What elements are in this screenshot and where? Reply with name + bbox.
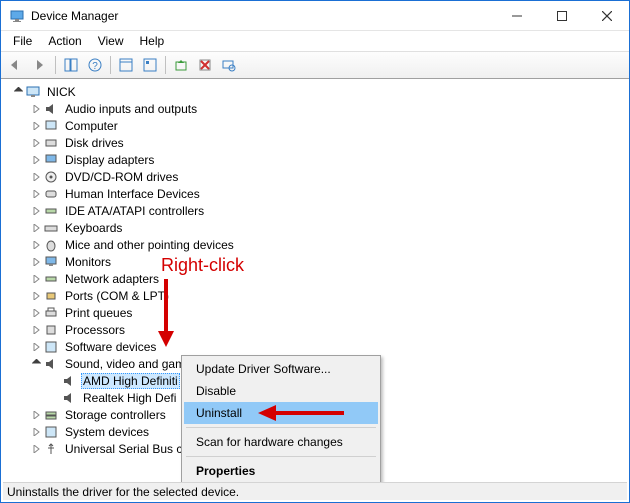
minimize-button[interactable] xyxy=(494,1,539,30)
menubar: File Action View Help xyxy=(1,31,629,51)
tree-item-computer[interactable]: Computer xyxy=(7,117,627,134)
tree-item-hid[interactable]: Human Interface Devices xyxy=(7,185,627,202)
system-icon xyxy=(43,424,59,440)
speaker-icon xyxy=(61,390,77,406)
tb-icon-1[interactable] xyxy=(115,54,137,76)
cpu-icon xyxy=(43,322,59,338)
chevron-right-icon[interactable] xyxy=(29,408,43,422)
cm-scan[interactable]: Scan for hardware changes xyxy=(184,431,378,453)
pc-icon xyxy=(43,118,59,134)
port-icon xyxy=(43,288,59,304)
chevron-right-icon[interactable] xyxy=(29,204,43,218)
window-controls xyxy=(494,1,629,30)
chevron-down-icon[interactable] xyxy=(29,357,43,371)
chevron-right-icon[interactable] xyxy=(29,323,43,337)
cm-disable[interactable]: Disable xyxy=(184,380,378,402)
chevron-right-icon[interactable] xyxy=(29,221,43,235)
menu-help[interactable]: Help xyxy=(132,33,173,49)
chevron-right-icon[interactable] xyxy=(29,102,43,116)
mouse-icon xyxy=(43,237,59,253)
chevron-right-icon[interactable] xyxy=(29,136,43,150)
tree-item-keyboard[interactable]: Keyboards xyxy=(7,219,627,236)
monitor-icon xyxy=(43,254,59,270)
tree-item-ports[interactable]: Ports (COM & LPT) xyxy=(7,287,627,304)
tree-item-print[interactable]: Print queues xyxy=(7,304,627,321)
annotation-arrow-down xyxy=(156,279,176,349)
tb-uninstall-icon[interactable] xyxy=(194,54,216,76)
chevron-right-icon[interactable] xyxy=(29,153,43,167)
chevron-right-icon[interactable] xyxy=(29,425,43,439)
close-button[interactable] xyxy=(584,1,629,30)
annotation-arrow-left xyxy=(256,403,346,423)
cm-separator xyxy=(186,427,376,428)
tb-scan-icon[interactable] xyxy=(218,54,240,76)
tree-item-ide[interactable]: IDE ATA/ATAPI controllers xyxy=(7,202,627,219)
cm-update-driver[interactable]: Update Driver Software... xyxy=(184,358,378,380)
tree-item-network[interactable]: Network adapters xyxy=(7,270,627,287)
tree-item-display[interactable]: Display adapters xyxy=(7,151,627,168)
forward-button[interactable] xyxy=(29,54,51,76)
maximize-button[interactable] xyxy=(539,1,584,30)
software-icon xyxy=(43,339,59,355)
chevron-right-icon[interactable] xyxy=(29,119,43,133)
app-icon xyxy=(9,8,25,24)
chevron-right-icon[interactable] xyxy=(29,187,43,201)
display-icon xyxy=(43,152,59,168)
usb-icon xyxy=(43,441,59,457)
menu-view[interactable]: View xyxy=(90,33,132,49)
statusbar-text: Uninstalls the driver for the selected d… xyxy=(7,485,239,499)
window-title: Device Manager xyxy=(31,9,494,23)
help-button[interactable]: ? xyxy=(84,54,106,76)
tree-item-processors[interactable]: Processors xyxy=(7,321,627,338)
tb-update-icon[interactable] xyxy=(170,54,192,76)
chevron-right-icon[interactable] xyxy=(29,272,43,286)
statusbar: Uninstalls the driver for the selected d… xyxy=(3,482,627,500)
chevron-right-icon[interactable] xyxy=(29,238,43,252)
tree-root[interactable]: NICK xyxy=(7,83,627,100)
dvd-icon xyxy=(43,169,59,185)
speaker-icon xyxy=(61,373,77,389)
tree-item-mice[interactable]: Mice and other pointing devices xyxy=(7,236,627,253)
annotation-rightclick-label: Right-click xyxy=(161,255,244,276)
chevron-right-icon[interactable] xyxy=(29,306,43,320)
network-icon xyxy=(43,271,59,287)
tree-item-disk[interactable]: Disk drives xyxy=(7,134,627,151)
chevron-right-icon[interactable] xyxy=(29,442,43,456)
speaker-icon xyxy=(43,101,59,117)
chevron-down-icon[interactable] xyxy=(11,85,25,99)
tree-item-software[interactable]: Software devices xyxy=(7,338,627,355)
menu-file[interactable]: File xyxy=(5,33,40,49)
back-button[interactable] xyxy=(5,54,27,76)
hid-icon xyxy=(43,186,59,202)
chevron-right-icon[interactable] xyxy=(29,340,43,354)
tree-item-dvd[interactable]: DVD/CD-ROM drives xyxy=(7,168,627,185)
chevron-right-icon[interactable] xyxy=(29,170,43,184)
computer-icon xyxy=(25,84,41,100)
titlebar: Device Manager xyxy=(1,1,629,31)
printer-icon xyxy=(43,305,59,321)
tb-icon-2[interactable] xyxy=(139,54,161,76)
ide-icon xyxy=(43,203,59,219)
chevron-right-icon[interactable] xyxy=(29,255,43,269)
storage-icon xyxy=(43,407,59,423)
menu-action[interactable]: Action xyxy=(40,33,89,49)
cm-separator xyxy=(186,456,376,457)
tree-item-audio[interactable]: Audio inputs and outputs xyxy=(7,100,627,117)
cm-properties[interactable]: Properties xyxy=(184,460,378,482)
tree-item-monitors[interactable]: Monitors xyxy=(7,253,627,270)
speaker-icon xyxy=(43,356,59,372)
disk-icon xyxy=(43,135,59,151)
chevron-right-icon[interactable] xyxy=(29,289,43,303)
keyboard-icon xyxy=(43,220,59,236)
show-hide-tree-button[interactable] xyxy=(60,54,82,76)
svg-text:?: ? xyxy=(92,61,98,72)
toolbar: ? xyxy=(1,51,629,79)
tree-label: NICK xyxy=(45,85,78,99)
